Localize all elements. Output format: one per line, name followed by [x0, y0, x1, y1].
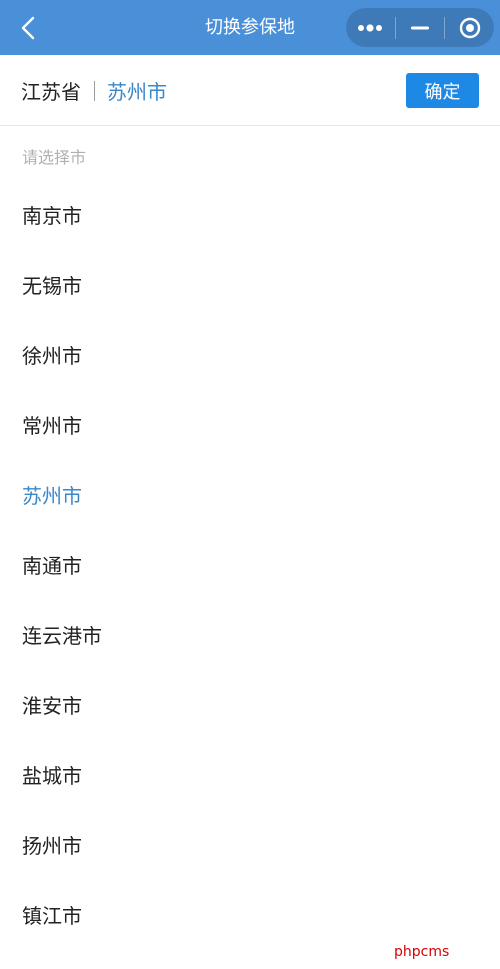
city-item[interactable]: 扬州市	[0, 811, 500, 881]
city-item[interactable]: 镇江市	[0, 881, 500, 951]
more-dots-icon	[358, 23, 383, 32]
city-list: 南京市 无锡市 徐州市 常州市 苏州市 南通市 连云港市 淮安市 盐城市 扬州市…	[0, 181, 500, 951]
mini-program-capsule	[346, 8, 494, 47]
watermark-text: phpcms	[394, 944, 450, 960]
more-button[interactable]	[346, 8, 395, 47]
nav-bar: 切换参保地	[0, 0, 500, 55]
select-city-hint: 请选择市	[22, 148, 87, 167]
confirm-button[interactable]: 确定	[406, 73, 479, 108]
city-item[interactable]: 南通市	[0, 531, 500, 601]
city-item[interactable]: 无锡市	[0, 251, 500, 321]
city-item[interactable]: 连云港市	[0, 601, 500, 671]
province-tab[interactable]: 江苏省	[21, 76, 81, 105]
breadcrumb: 江苏省 苏州市	[21, 55, 167, 126]
city-item[interactable]: 徐州市	[0, 321, 500, 391]
breadcrumb-divider	[94, 80, 95, 101]
city-item[interactable]: 盐城市	[0, 741, 500, 811]
city-item-selected[interactable]: 苏州市	[0, 461, 500, 531]
city-tab[interactable]: 苏州市	[107, 76, 167, 105]
close-button[interactable]	[445, 8, 494, 47]
minimize-icon	[411, 26, 429, 29]
city-item[interactable]: 淮安市	[0, 671, 500, 741]
city-item[interactable]: 南京市	[0, 181, 500, 251]
close-target-icon	[459, 17, 480, 38]
city-item[interactable]: 常州市	[0, 391, 500, 461]
minimize-button[interactable]	[396, 8, 445, 47]
